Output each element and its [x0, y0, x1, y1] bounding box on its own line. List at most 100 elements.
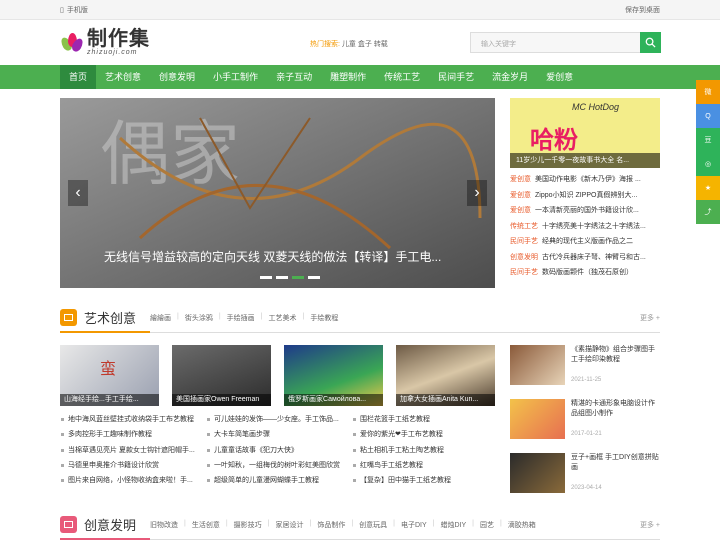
side-news-list: 爱创意 美国动作电影《新木乃伊》海报 ... 爱创意 Zippo小知识 ZIPPO真… — [510, 174, 660, 283]
list-item[interactable]: 超级简单的儿童漫网蝴蝶手工教程 — [206, 475, 352, 490]
section-art-header: 艺术创意 繪繪画 | 街头涂鸦 | 手绘插画 | 工艺美术 | 手绘教程 更多 + — [60, 303, 660, 333]
section-tags: 旧物改造 | 生活创意 | 摄影技巧 | 家居设计 | 饰品制作 | 创意玩具 | 电子DI… — [150, 519, 536, 530]
list-item[interactable]: 民间手艺 经典的现代主义版画作品之二 — [510, 236, 660, 252]
list-item[interactable]: 马德里申奥推介书籍设计欣赏 — [60, 460, 206, 475]
slider-next-button[interactable]: › — [467, 180, 487, 206]
tag-link[interactable]: 创意玩具 — [359, 520, 387, 530]
slider-dot[interactable] — [276, 276, 288, 279]
slider-prev-button[interactable]: ‹ — [68, 180, 88, 206]
weibo-share-icon[interactable]: 微 — [696, 80, 720, 104]
article-date: 2017-01-21 — [571, 431, 602, 437]
tag-link[interactable]: 电子DIY — [401, 520, 427, 530]
article-thumbnail — [510, 399, 565, 439]
tag-link[interactable]: 饰品制作 — [317, 520, 345, 530]
article-date: 2023-04-14 — [571, 485, 602, 491]
nav-item-sculpture[interactable]: 雕塑制作 — [321, 65, 375, 89]
thumbnail-card[interactable]: 蛮 山海经手绘...手工手绘... — [60, 345, 159, 406]
more-link[interactable]: 更多 + — [640, 520, 660, 530]
more-link[interactable]: 更多 + — [640, 313, 660, 323]
thumbnail-card[interactable]: 美国插画家Owen Freeman — [172, 345, 271, 406]
search-button[interactable] — [640, 32, 661, 53]
mobile-link[interactable]: ▯ 手机版 — [60, 5, 88, 15]
list-item[interactable]: 爱创意 Zippo小知识 ZIPPO真假辨别大... — [510, 190, 660, 206]
list-item[interactable]: 围栏花篮手工纸艺教程 — [352, 414, 498, 429]
thumbnail-caption: 美国插画家Owen Freeman — [172, 394, 271, 406]
list-item[interactable]: 红嘴鸟手工纸艺教程 — [352, 460, 498, 475]
wechat-share-icon[interactable]: ◎ — [696, 152, 720, 176]
thumbnail-card[interactable]: 加拿大女插画Anita Kun... — [396, 345, 495, 406]
list-item[interactable]: 【复杂】田中猫手工纸艺教程 — [352, 475, 498, 490]
thumbnail-card[interactable]: 俄罗斯画家Самойлова... — [284, 345, 383, 406]
hot-search-item[interactable]: 转载 — [374, 41, 388, 48]
list-item[interactable]: 粘土相机手工粘土陶艺教程 — [352, 445, 498, 460]
mobile-label: 手机版 — [66, 6, 88, 14]
list-item[interactable]: 精湛的卡通形象电脑设计作品组图小制作 2017-01-21 — [510, 399, 660, 453]
tag-link[interactable]: 工艺美术 — [269, 313, 297, 323]
list-item[interactable]: 民间手艺 数码版画颗件（独茂石原创） — [510, 267, 660, 283]
list-item[interactable]: 《素描静物》组合步骤图手工手绘印染教程 2021-11-25 — [510, 345, 660, 399]
nav-item-handcraft[interactable]: 小手工制作 — [204, 65, 267, 89]
feature-image[interactable]: MC HotDog 哈粉 11岁少儿一千零一夜故事书大全 名... — [510, 98, 660, 168]
list-item[interactable]: 图片来自网络，小怪物收纳盒来啦！手... — [60, 475, 206, 490]
list-item[interactable]: 当棉草遇见亮片 夏款女士钩针遮阳帽手... — [60, 445, 206, 460]
list-item[interactable]: 多肉控形手工趣味制作教程 — [60, 429, 206, 444]
list-item[interactable]: 可儿娃娃的发饰——少女座。手工饰品... — [206, 414, 352, 429]
douban-share-icon[interactable]: 豆 — [696, 128, 720, 152]
list-item[interactable]: 创意发明 古代冷兵器床子弩、神臂弓和古... — [510, 252, 660, 268]
nav-item-art[interactable]: 艺术创意 — [96, 65, 150, 89]
tag-link[interactable]: 园艺 — [480, 520, 494, 530]
list-item[interactable]: 传统工艺 十字绣亮美十字绣法之十字绣法... — [510, 221, 660, 237]
hero-slider[interactable]: 偶家 ‹ › 无线信号增益较高的定向天线 双菱天线的做法【转译】手工电... — [60, 98, 495, 288]
nav-item-family[interactable]: 亲子互动 — [267, 65, 321, 89]
share-sidebar: 微 Q 豆 ◎ ★ ⤴ — [696, 80, 720, 224]
slider-caption[interactable]: 无线信号增益较高的定向天线 双菱天线的做法【转译】手工电... — [104, 248, 441, 265]
search-input[interactable]: 输入关键字 — [470, 32, 640, 53]
save-desktop-link[interactable]: 保存到桌面 — [625, 5, 660, 15]
phone-icon: ▯ — [60, 6, 64, 14]
slider-dot[interactable] — [260, 276, 272, 279]
article-title: 豆子+画框 手工DIY创意拼贴画 — [571, 454, 659, 471]
list-item[interactable]: 地中海风蓝丝壁挂式收纳袋手工布艺教程 — [60, 414, 206, 429]
nav-item-love[interactable]: 爱创意 — [537, 65, 582, 89]
hot-search-item[interactable]: 盒子 — [358, 41, 372, 48]
list-item[interactable]: 爱创意 美国动作电影《新木乃伊》海报 ... — [510, 174, 660, 190]
feature-image-text: MC HotDog — [572, 102, 620, 112]
site-logo[interactable]: 制作集 zhizuoji.com — [59, 29, 150, 56]
tag-link[interactable]: 街头涂鸦 — [185, 313, 213, 323]
list-item[interactable]: 爱创意 一本清新亮丽的国外书籍设计欣... — [510, 205, 660, 221]
slider-dots — [260, 276, 320, 279]
slider-dot[interactable] — [292, 276, 304, 279]
list-item[interactable]: 爱你的紫光❤手工布艺教程 — [352, 429, 498, 444]
hot-search-item[interactable]: 儿童 — [342, 41, 356, 48]
qq-share-icon[interactable]: Q — [696, 104, 720, 128]
header: 制作集 zhizuoji.com 热门搜索: 儿童 盒子 转载 输入关键字 — [0, 20, 720, 65]
nav-item-invention[interactable]: 创意发明 — [150, 65, 204, 89]
nav-item-folk[interactable]: 民间手艺 — [429, 65, 483, 89]
tag-link[interactable]: 家居设计 — [276, 520, 304, 530]
tag-link[interactable]: 摄影技巧 — [234, 520, 262, 530]
article-date: 2021-11-25 — [571, 377, 602, 383]
article-column: 可儿娃娃的发饰——少女座。手工饰品... 大卡车简笔画步骤 儿童童话故事《犯刀大… — [206, 414, 352, 490]
article-column: 围栏花篮手工纸艺教程 爱你的紫光❤手工布艺教程 粘土相机手工粘土陶艺教程 红嘴鸟… — [352, 414, 498, 490]
tag-link[interactable]: 蜡烛DIY — [440, 520, 466, 530]
list-item[interactable]: 豆子+画框 手工DIY创意拼贴画 2023-04-14 — [510, 453, 660, 507]
tag-link[interactable]: 旧物改造 — [150, 520, 178, 530]
nav-item-traditional[interactable]: 传统工艺 — [375, 65, 429, 89]
tag-link[interactable]: 手绘插画 — [227, 313, 255, 323]
thumbnail-caption: 俄罗斯画家Самойлова... — [284, 394, 383, 406]
tag-link[interactable]: 繪繪画 — [150, 313, 171, 323]
list-item[interactable]: 一叶知秋，一组梅伐的树叶彩虹美图欣赏 — [206, 460, 352, 475]
thumbnail-caption: 加拿大女插画Anita Kun... — [396, 394, 495, 406]
list-item[interactable]: 儿童童话故事《犯刀大侠》 — [206, 445, 352, 460]
section-title: 创意发明 — [84, 518, 137, 533]
slider-dot[interactable] — [308, 276, 320, 279]
tag-link[interactable]: 生活创意 — [192, 520, 220, 530]
nav-item-years[interactable]: 流金岁月 — [483, 65, 537, 89]
section-title: 艺术创意 — [84, 311, 137, 326]
nav-item-home[interactable]: 首页 — [60, 65, 97, 89]
list-item[interactable]: 大卡车简笔画步骤 — [206, 429, 352, 444]
tag-link[interactable]: 滴胶热箱 — [508, 520, 536, 530]
tag-link[interactable]: 手绘教程 — [310, 313, 338, 323]
share-icon[interactable]: ⤴ — [696, 200, 720, 224]
star-icon[interactable]: ★ — [696, 176, 720, 200]
